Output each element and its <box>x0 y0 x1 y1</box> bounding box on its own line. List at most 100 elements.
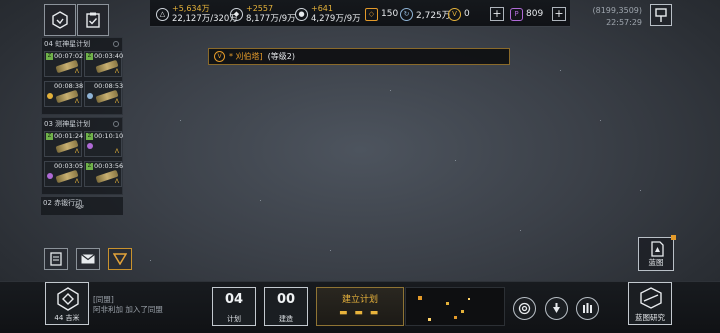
target-level: (等级2) <box>267 52 296 61</box>
resource-crystal-amount: 8,177万/9万 <box>246 14 296 24</box>
blueprint-research-button[interactable]: 蓝图研究 <box>628 282 672 325</box>
energy-icon: ◇ <box>365 7 378 21</box>
plan-panel-03[interactable]: 03 测神星计划 Z 00:01:24 Λ Z 00:10:10 Λ 00:03… <box>41 117 123 195</box>
blueprint-label: 蓝图 <box>648 258 664 267</box>
resource-crystal-delta: +2557 <box>246 4 274 13</box>
minimap-blip <box>461 310 464 313</box>
planet-button[interactable]: 44 吉米 <box>45 282 89 325</box>
planet-emblem-icon <box>57 287 79 311</box>
fleet-bars-icon <box>583 303 592 313</box>
resource-premium[interactable]: P 809 <box>510 2 543 26</box>
build-count: 00 <box>276 292 296 307</box>
minimap-blip <box>468 298 470 300</box>
slot-timer: 00:08:53 <box>94 82 124 90</box>
vortex-button[interactable] <box>513 297 536 320</box>
planet-distance: 44 吉米 <box>54 314 80 322</box>
faction-v-icon: V <box>214 51 225 62</box>
orb-icon <box>87 143 93 149</box>
faction-button[interactable] <box>108 248 132 270</box>
token-plus-group: + <box>490 2 504 26</box>
plan-count: 04 <box>224 292 244 307</box>
token-icon: V <box>448 7 461 21</box>
circle-dot-icon: ● <box>295 7 308 21</box>
resource-energy-value: 150 <box>381 9 399 19</box>
chat-message: 阿非利加 加入了同盟 <box>93 305 163 314</box>
minimap-blip <box>446 302 449 305</box>
envelope-icon <box>81 254 95 264</box>
plan-slot[interactable]: 00:08:38 Λ <box>44 81 83 107</box>
galaxy-menu-button[interactable] <box>44 4 76 36</box>
resource-premium-value: 809 <box>526 9 544 19</box>
build-counter-label: 建造 <box>279 315 293 323</box>
premium-plus-group: + <box>552 2 566 26</box>
info-dot-icon <box>113 40 119 47</box>
plan-panel-title: 04 虹神星计划 <box>44 39 91 48</box>
notification-dot <box>671 235 676 240</box>
plan-slot[interactable]: Z 00:03:40 Λ <box>84 51 123 77</box>
create-plan-button[interactable]: 建立计划 ▬ ▬ ▬ <box>316 287 404 326</box>
plan-slot[interactable]: Z 00:10:10 Λ <box>84 131 123 157</box>
minimap[interactable] <box>405 287 505 326</box>
resource-cycle[interactable]: ↻ 2,725万 <box>400 2 451 26</box>
rank-mark-icon: Λ <box>114 178 119 185</box>
target-name: * 刈伯塔] <box>229 52 263 61</box>
plan-slot[interactable]: Z 00:01:24 Λ <box>44 131 83 157</box>
plan-slot[interactable]: 00:03:05 Λ <box>44 161 84 187</box>
mail-button[interactable] <box>76 248 100 270</box>
crystal-icon: ◆ <box>230 7 243 21</box>
info-dot-icon <box>113 120 119 127</box>
resource-token[interactable]: V 0 <box>448 2 470 26</box>
resource-metal[interactable]: △ +5,634万 22,127万/320万 <box>156 2 238 26</box>
target-banner[interactable]: V * 刈伯塔] (等级2) <box>208 48 510 65</box>
task-button[interactable] <box>77 4 109 36</box>
plan-panel-04[interactable]: 04 虹神星计划 Z 00:07:02 Λ Z 00:03:40 Λ 00:08… <box>41 37 123 115</box>
resource-token-value: 0 <box>464 9 470 19</box>
resource-bar: △ +5,634万 22,127万/320万 ◆ +2557 8,177万/9万… <box>150 0 570 27</box>
rank-mark-icon: Λ <box>114 98 119 105</box>
cycle-icon: ↻ <box>400 7 413 21</box>
create-plan-label: 建立计划 <box>341 295 378 305</box>
progress-badge-icon: Z <box>46 133 53 140</box>
resource-energy[interactable]: ◇ 150 <box>365 2 398 26</box>
coordinates-readout: (8199,3509) 22:57:29 <box>592 5 642 29</box>
rank-mark-icon: Λ <box>74 98 79 105</box>
progress-badge-icon: Z <box>86 163 93 170</box>
blueprint-button[interactable]: 蓝图 <box>638 235 676 271</box>
resource-deuterium-delta: +641 <box>311 4 333 13</box>
resource-cycle-value: 2,725万 <box>416 10 451 21</box>
mission-panel-02[interactable]: 02 赤锻行动 ︾ <box>41 197 123 216</box>
chevron-down-icon[interactable]: ︾ <box>75 203 84 216</box>
research-emblem-icon <box>640 287 662 309</box>
clipboard-check-icon <box>86 12 100 28</box>
resource-crystal[interactable]: ◆ +2557 8,177万/9万 <box>230 2 296 26</box>
plan-panel-header: 03 测神星计划 <box>42 118 122 129</box>
chat-channel: [同盟] <box>93 295 114 304</box>
plan-counter-button[interactable]: 04 计划 <box>212 287 256 326</box>
orb-icon <box>47 173 53 179</box>
plan-slot[interactable]: Z 00:03:56 Λ <box>84 161 123 187</box>
minimap-blip <box>454 316 457 319</box>
progress-badge-icon: Z <box>86 133 93 140</box>
build-counter-button[interactable]: 00 建造 <box>264 287 308 326</box>
hexagon-icon <box>52 11 68 29</box>
plan-slot[interactable]: 00:08:53 Λ <box>84 81 124 107</box>
slot-timer: 00:03:05 <box>54 162 84 170</box>
download-button[interactable] <box>545 297 568 320</box>
notes-button[interactable] <box>44 248 68 270</box>
resource-deuterium-amount: 4,279万/9万 <box>311 14 361 24</box>
fleet-button[interactable] <box>576 297 599 320</box>
token-plus-button[interactable]: + <box>490 7 504 21</box>
map-marker-button[interactable] <box>650 4 672 26</box>
minimap-blip <box>418 296 422 300</box>
chat-preview[interactable]: [同盟] 阿非利加 加入了同盟 <box>93 295 163 315</box>
triangle-icon: △ <box>156 7 169 21</box>
resource-deuterium[interactable]: ● +641 4,279万/9万 <box>295 2 361 26</box>
blueprint-document-icon <box>651 241 664 257</box>
minimap-blip <box>428 318 431 321</box>
rank-mark-icon: Λ <box>74 148 79 155</box>
plan-slot[interactable]: Z 00:07:02 Λ <box>44 51 83 77</box>
blueprint-research-label: 蓝图研究 <box>635 313 665 322</box>
premium-gem-icon: P <box>510 7 523 21</box>
premium-plus-button[interactable]: + <box>552 7 566 21</box>
orb-icon <box>47 93 53 99</box>
